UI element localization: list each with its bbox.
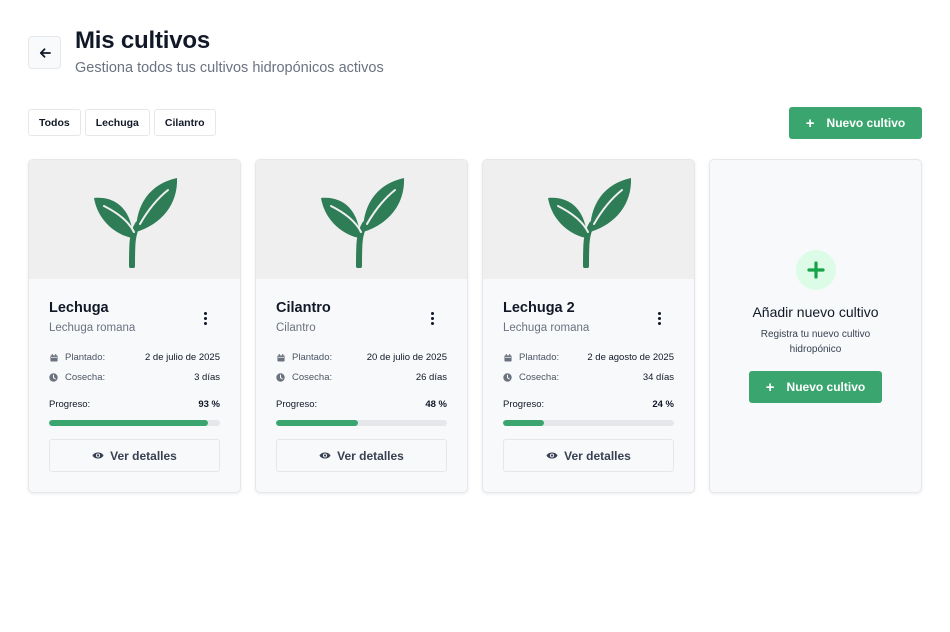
add-crop-card: Añadir nuevo cultivo Registra tu nuevo c… <box>709 159 922 493</box>
planted-label: Plantado: <box>519 352 560 363</box>
sprout-icon <box>547 177 631 268</box>
clock-icon <box>503 373 512 382</box>
crop-variety: Cilantro <box>276 322 316 334</box>
filter-bar: Todos Lechuga Cilantro <box>28 109 216 136</box>
eye-icon <box>546 452 558 459</box>
progress-fill <box>503 420 545 426</box>
planted-label: Plantado: <box>65 352 106 363</box>
progress-percent: 48 % <box>425 399 447 410</box>
harvest-label: Cosecha: <box>292 372 333 383</box>
sprout-icon <box>93 177 177 268</box>
planted-row: Plantado: 20 de julio de 2025 <box>276 352 447 363</box>
planted-row: Plantado: 2 de agosto de 2025 <box>503 352 674 363</box>
filter-lechuga[interactable]: Lechuga <box>84 109 150 136</box>
plus-icon <box>807 261 825 279</box>
back-button[interactable] <box>28 36 61 69</box>
harvest-value: 34 días <box>642 372 674 383</box>
view-details-label: Ver detalles <box>337 448 404 463</box>
crop-name: Lechuga 2 <box>503 300 575 316</box>
view-details-label: Ver detalles <box>110 448 177 463</box>
new-crop-button[interactable]: + Nuevo cultivo <box>789 107 922 139</box>
crop-name: Lechuga <box>49 300 109 316</box>
clock-icon <box>49 373 58 382</box>
page-subtitle: Gestiona todos tus cultivos hidropónicos… <box>75 60 384 76</box>
view-details-label: Ver detalles <box>564 448 631 463</box>
plus-icon: + <box>805 114 815 132</box>
progress-bar <box>276 420 447 426</box>
progress-bar <box>49 420 220 426</box>
crop-image <box>483 160 694 279</box>
arrow-left-icon <box>39 47 51 58</box>
add-crop-circle[interactable] <box>796 250 836 290</box>
filter-cilantro[interactable]: Cilantro <box>153 109 216 136</box>
eye-icon <box>92 452 104 459</box>
planted-value: 2 de agosto de 2025 <box>587 352 674 363</box>
harvest-row: Cosecha: 3 días <box>49 372 220 383</box>
progress-percent: 24 % <box>652 399 674 410</box>
progress-label: Progreso: <box>49 399 91 410</box>
progress-label: Progreso: <box>503 399 545 410</box>
view-details-button[interactable]: Ver detalles <box>503 439 674 472</box>
planted-value: 20 de julio de 2025 <box>366 352 447 363</box>
add-crop-description: Registra tu nuevo cultivo hidropónico <box>760 329 871 355</box>
crop-card: Lechuga 2 Lechuga romana Plantado: 2 de … <box>482 159 695 493</box>
kebab-menu-icon[interactable] <box>425 309 439 327</box>
crop-name: Cilantro <box>276 300 331 316</box>
progress-percent: 93 % <box>198 399 220 410</box>
crop-card: Lechuga Lechuga romana Plantado: 2 de ju… <box>28 159 241 493</box>
calendar-icon <box>503 353 512 362</box>
crop-card: Cilantro Cilantro Plantado: 20 de julio … <box>255 159 468 493</box>
kebab-menu-icon[interactable] <box>652 309 666 327</box>
add-crop-button[interactable]: + Nuevo cultivo <box>749 371 882 403</box>
calendar-icon <box>276 353 285 362</box>
kebab-menu-icon[interactable] <box>198 309 212 327</box>
planted-row: Plantado: 2 de julio de 2025 <box>49 352 220 363</box>
view-details-button[interactable]: Ver detalles <box>49 439 220 472</box>
crop-variety: Lechuga romana <box>49 322 136 334</box>
crop-image <box>29 160 240 279</box>
view-details-button[interactable]: Ver detalles <box>276 439 447 472</box>
progress-fill <box>49 420 209 426</box>
planted-value: 2 de julio de 2025 <box>144 352 220 363</box>
eye-icon <box>319 452 331 459</box>
progress-fill <box>276 420 359 426</box>
harvest-value: 3 días <box>194 372 220 383</box>
crop-variety: Lechuga romana <box>503 322 590 334</box>
crop-image <box>256 160 467 279</box>
progress-bar <box>503 420 674 426</box>
harvest-label: Cosecha: <box>65 372 106 383</box>
harvest-value: 26 días <box>415 372 447 383</box>
calendar-icon <box>49 353 58 362</box>
progress-label: Progreso: <box>276 399 318 410</box>
sprout-icon <box>320 177 404 268</box>
harvest-row: Cosecha: 26 días <box>276 372 447 383</box>
plus-icon: + <box>765 378 775 396</box>
harvest-label: Cosecha: <box>519 372 560 383</box>
filter-todos[interactable]: Todos <box>28 109 81 136</box>
new-crop-button-label: Nuevo cultivo <box>826 116 906 130</box>
planted-label: Plantado: <box>292 352 333 363</box>
clock-icon <box>276 373 285 382</box>
harvest-row: Cosecha: 34 días <box>503 372 674 383</box>
add-crop-title: Añadir nuevo cultivo <box>752 304 879 320</box>
add-crop-button-label: Nuevo cultivo <box>786 380 866 394</box>
page-title: Mis cultivos <box>75 27 210 54</box>
